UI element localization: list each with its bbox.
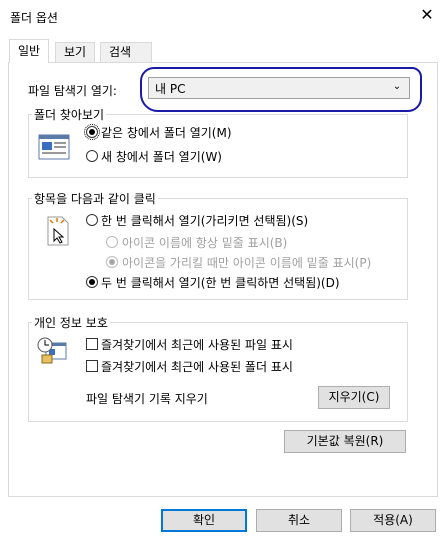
cursor-click-icon (47, 216, 69, 246)
cancel-button[interactable]: 취소 (256, 509, 342, 532)
option-recent-files[interactable]: 즐겨찾기에서 최근에 사용된 파일 표시 (101, 336, 293, 353)
browse-folders-title: 폴더 찾아보기 (32, 106, 107, 123)
restore-defaults-button[interactable]: 기본값 복원(R) (284, 430, 406, 453)
radio-double-click[interactable] (86, 276, 98, 288)
click-items-title: 항목을 다음과 같이 클릭 (32, 190, 158, 207)
apply-button[interactable]: 적용(A) (350, 509, 436, 532)
close-button[interactable]: ✕ (417, 5, 437, 25)
close-icon: ✕ (420, 5, 434, 24)
option-always-underline[interactable]: 아이콘 이름에 항상 밑줄 표시(B) (122, 234, 287, 251)
option-single-click[interactable]: 한 번 클릭해서 열기(가리키면 선택됨)(S) (101, 212, 308, 229)
clear-history-label: 파일 탐색기 기록 지우기 (86, 392, 208, 406)
checkbox-recent-files[interactable] (86, 338, 98, 350)
radio-new-window[interactable] (86, 150, 98, 162)
option-double-click[interactable]: 두 번 클릭해서 열기(한 번 클릭하면 선택됨)(D) (101, 274, 340, 291)
tab-search[interactable]: 검색 (100, 42, 152, 62)
option-recent-folders[interactable]: 즐겨찾기에서 최근에 사용된 폴더 표시 (101, 358, 293, 375)
option-same-window[interactable]: 같은 창에서 폴더 열기(M) (101, 124, 232, 141)
open-explorer-label: 파일 탐색기 열기: (28, 84, 117, 98)
privacy-title: 개인 정보 보호 (32, 314, 110, 331)
tab-view[interactable]: 보기 (55, 42, 96, 62)
window-title: 폴더 옵션 (10, 11, 58, 25)
privacy-clock-icon (37, 337, 67, 364)
option-new-window[interactable]: 새 창에서 폴더 열기(W) (101, 148, 222, 165)
radio-single-click[interactable] (86, 214, 98, 226)
radio-always-underline[interactable] (106, 236, 118, 248)
option-hover-underline[interactable]: 아이콘을 가리킬 때만 아이콘 이름에 밑줄 표시(P) (122, 254, 371, 271)
tab-general[interactable]: 일반 (9, 39, 50, 63)
folder-window-icon (38, 134, 70, 160)
annotation-circle (140, 67, 422, 112)
ok-button[interactable]: 확인 (161, 509, 247, 532)
radio-same-window[interactable] (84, 124, 100, 140)
clear-button[interactable]: 지우기(C) (318, 386, 390, 409)
checkbox-recent-folders[interactable] (86, 360, 98, 372)
radio-hover-underline[interactable] (106, 256, 118, 268)
